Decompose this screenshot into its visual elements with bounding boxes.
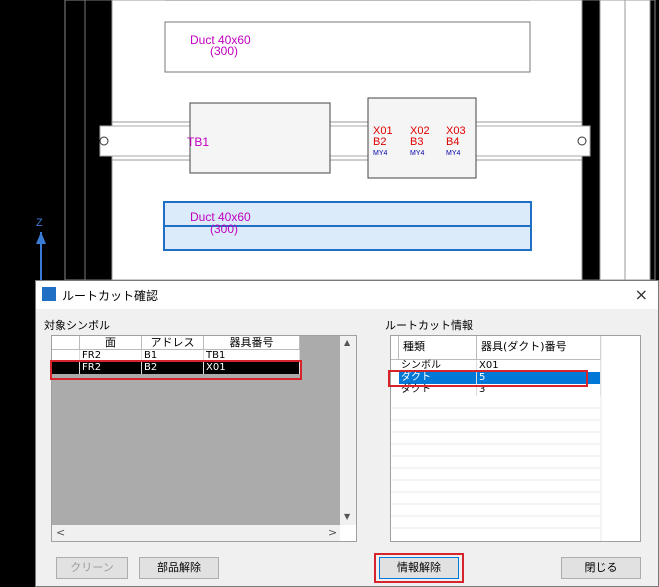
relay-x03: X03 B4 MY4 [446, 126, 466, 159]
cell-face: FR2 [80, 350, 142, 362]
symbol-table[interactable]: 面 アドレス 器具番号 FR2 B1 TB1 FR2 B2 X01 ▲ ▼ < … [51, 335, 357, 542]
cell-device-no: TB1 [204, 350, 300, 362]
relay-x02-model: MY4 [410, 150, 425, 157]
duct-top-sub: (300) [210, 44, 239, 58]
row-header [52, 350, 80, 362]
col-header-face[interactable]: 面 [80, 336, 142, 350]
relay-x01: X01 B2 MY4 [373, 126, 393, 159]
scroll-right-icon[interactable]: > [328, 526, 337, 539]
cell-device-no: X01 [204, 362, 300, 374]
part-release-button[interactable]: 部品解除 [139, 557, 219, 579]
relay-x03-model: MY4 [446, 150, 461, 157]
cell-type: ダクト [399, 372, 477, 384]
vertical-scrollbar[interactable]: ▲ ▼ [340, 336, 356, 525]
route-info-table[interactable]: 種類 器具(ダクト)番号 シンボル X01 ダクト 5 ダクト 3 [390, 335, 641, 542]
col-header-type[interactable]: 種類 [399, 336, 477, 360]
clean-button[interactable]: クリーン [56, 557, 128, 579]
relay-x02-addr: B3 [410, 136, 424, 148]
row-header [52, 362, 80, 374]
left-group-label: 対象シンボル [44, 319, 110, 332]
col-header-device-no[interactable]: 器具番号 [204, 336, 300, 350]
cell-number: X01 [477, 360, 601, 372]
relay-x01-model: MY4 [373, 150, 388, 157]
terminal-block-label: TB1 [187, 135, 210, 149]
cell-address: B1 [142, 350, 204, 362]
col-header-device-duct-no[interactable]: 器具(ダクト)番号 [477, 336, 601, 360]
scroll-down-icon[interactable]: ▼ [344, 512, 350, 521]
dialog-titlebar[interactable]: ルートカット確認 × [36, 281, 658, 309]
close-icon[interactable]: × [635, 285, 648, 304]
horizontal-scrollbar[interactable]: < > [52, 525, 340, 541]
app-icon [42, 287, 56, 301]
right-group-label: ルートカット情報 [385, 319, 473, 332]
cell-face: FR2 [80, 362, 142, 374]
cell-number: 3 [477, 384, 601, 396]
relay-x02: X02 B3 MY4 [410, 126, 430, 159]
table-corner [391, 336, 399, 360]
route-cut-dialog: ルートカット確認 × 対象シンボル ルートカット情報 面 アドレス 器具番号 F… [35, 280, 659, 587]
dialog-title: ルートカット確認 [62, 289, 159, 303]
info-release-button[interactable]: 情報解除 [379, 557, 459, 579]
cell-type: シンボル [399, 360, 477, 372]
scroll-up-icon[interactable]: ▲ [344, 338, 350, 347]
table-corner [52, 336, 80, 350]
cell-address: B2 [142, 362, 204, 374]
relay-x03-addr: B4 [446, 136, 460, 148]
scroll-left-icon[interactable]: < [56, 526, 65, 539]
col-header-address[interactable]: アドレス [142, 336, 204, 350]
relay-x01-addr: B2 [373, 136, 387, 148]
close-button[interactable]: 閉じる [561, 557, 641, 579]
duct-bottom-sub: (300) [210, 222, 239, 236]
cell-number: 5 [477, 372, 601, 384]
axis-z-label: Z [36, 217, 43, 229]
cell-type: ダクト [399, 384, 477, 396]
